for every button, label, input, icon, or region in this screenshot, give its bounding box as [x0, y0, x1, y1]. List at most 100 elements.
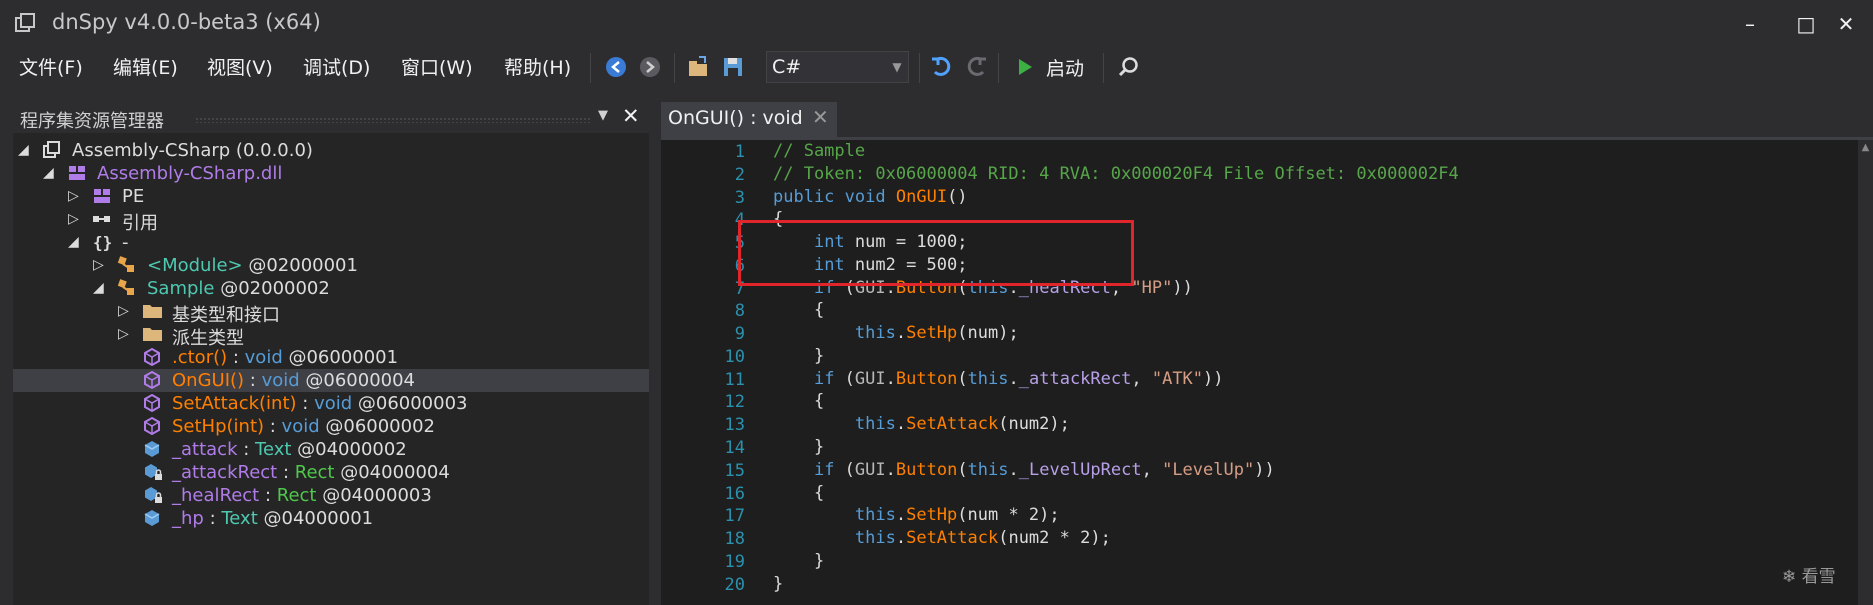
tree-item-detail: : Rect @04000004	[277, 462, 450, 483]
scroll-up-icon[interactable]: ▲	[1858, 142, 1873, 153]
search-icon[interactable]	[1115, 54, 1141, 80]
tree-item[interactable]: SetAttack(int) : void @06000003	[13, 392, 649, 415]
expanded-arrow-icon[interactable]: ◢	[68, 234, 79, 250]
tree-item[interactable]: ▷ 派生类型	[13, 323, 649, 349]
tree-item[interactable]: _attack : Text @04000002	[13, 438, 649, 461]
app-icon	[14, 12, 36, 34]
toolbar-separator	[674, 53, 675, 83]
tree-item-label: PE	[122, 186, 144, 207]
line-number: 7	[734, 279, 745, 299]
code-line: this.SetHp(num);	[854, 323, 1019, 343]
tree-item[interactable]: ▷ <Module> @02000001	[13, 254, 649, 277]
code-line: }	[773, 346, 825, 366]
code-line: // Sample	[773, 141, 866, 161]
menu-edit[interactable]: 编辑(E)	[113, 53, 178, 80]
line-number: 12	[724, 392, 745, 412]
save-icon[interactable]	[720, 54, 746, 80]
collapsed-arrow-icon[interactable]: ▷	[93, 257, 104, 273]
minimize-button[interactable]: –	[1722, 0, 1778, 47]
menu-view[interactable]: 视图(V)	[207, 53, 273, 80]
svg-text:{}: {}	[93, 233, 112, 252]
code-line: }	[773, 574, 784, 594]
field-icon	[142, 508, 162, 533]
vertical-scrollbar[interactable]	[1858, 140, 1873, 605]
tree-item-label: _attack : Text @04000002	[172, 439, 407, 460]
language-select-value: C#	[772, 56, 802, 78]
open-icon[interactable]	[686, 54, 712, 80]
tree-item-label: SetAttack(int) : void @06000003	[172, 393, 468, 414]
collapsed-arrow-icon[interactable]: ▷	[118, 303, 129, 319]
tree-item-name: _attack	[172, 439, 238, 460]
tree-item-label: <Module> @02000001	[147, 255, 358, 276]
line-number: 18	[724, 529, 745, 549]
line-number: 5	[734, 233, 745, 253]
tree-item[interactable]: ▷ PE	[13, 185, 649, 208]
collapsed-arrow-icon[interactable]: ▷	[118, 326, 129, 342]
line-number: 4	[734, 210, 745, 230]
line-number: 19	[724, 552, 745, 572]
collapsed-arrow-icon[interactable]: ▷	[68, 188, 79, 204]
chevron-down-icon[interactable]: ▼	[885, 51, 909, 83]
close-icon[interactable]: ✕	[812, 105, 829, 129]
tree-item[interactable]: _attackRect : Rect @04000004	[13, 461, 649, 484]
tree-item-name: _healRect	[172, 485, 260, 506]
tree-item[interactable]: .ctor() : void @06000001	[13, 346, 649, 369]
forward-icon[interactable]	[637, 54, 663, 80]
line-number: 20	[724, 575, 745, 595]
watermark: ❄ 看雪	[1782, 562, 1836, 587]
code-line: {	[773, 300, 825, 320]
expanded-arrow-icon[interactable]: ◢	[18, 142, 29, 158]
expanded-arrow-icon[interactable]: ◢	[93, 280, 104, 296]
code-line: this.SetAttack(num2 * 2);	[854, 528, 1111, 548]
collapsed-arrow-icon[interactable]: ▷	[68, 211, 79, 227]
tree-item[interactable]: _hp : Text @04000001	[13, 507, 649, 530]
line-number: 10	[724, 347, 745, 367]
tree-item-label: Assembly-CSharp.dll	[97, 163, 282, 184]
line-number: 1	[734, 142, 745, 162]
line-number: 2	[734, 165, 745, 185]
tree-item-detail: : void @06000002	[264, 416, 435, 437]
menu-help[interactable]: 帮助(H)	[504, 53, 571, 80]
back-icon[interactable]	[603, 54, 629, 80]
start-icon[interactable]	[1012, 54, 1038, 80]
tree-item-detail: : Text @04000002	[237, 439, 407, 460]
code-line: {	[773, 391, 825, 411]
tree-item[interactable]: OnGUI() : void @06000004	[13, 369, 649, 392]
tree-item-detail: : void @06000001	[227, 347, 399, 368]
menu-debug[interactable]: 调试(D)	[303, 53, 370, 80]
panel-drag-grip[interactable]	[195, 117, 590, 123]
tree-item-name: _hp	[172, 508, 204, 529]
toolbar-separator	[1103, 53, 1104, 83]
close-icon[interactable]: ✕	[622, 104, 640, 128]
start-button[interactable]: 启动	[1046, 54, 1084, 81]
panel-title: 程序集资源管理器	[20, 111, 164, 132]
tree-item-label: Assembly-CSharp (0.0.0.0)	[72, 140, 313, 161]
tree-item-detail: : void @06000004	[244, 370, 416, 391]
line-number: 3	[734, 188, 745, 208]
toolbar-separator	[919, 53, 920, 83]
tree-item-detail: : Rect @04000003	[259, 485, 432, 506]
tree-item[interactable]: ▷ 引用	[13, 208, 649, 234]
tree-item[interactable]: ◢ Assembly-CSharp (0.0.0.0)	[13, 139, 649, 162]
close-button[interactable]: ✕	[1818, 0, 1873, 47]
chevron-down-icon[interactable]: ▼	[598, 108, 608, 123]
code-line: }	[773, 437, 825, 457]
tree-item[interactable]: ◢ Sample @02000002	[13, 277, 649, 300]
code-line: if (GUI.Button(this._attackRect, "ATK"))	[813, 369, 1224, 389]
expanded-arrow-icon[interactable]: ◢	[43, 165, 54, 181]
line-number: 11	[724, 370, 745, 390]
menu-file[interactable]: 文件(F)	[19, 53, 83, 80]
code-line: public void OnGUI()	[773, 187, 968, 207]
tree-item[interactable]: SetHp(int) : void @06000002	[13, 415, 649, 438]
tree-item[interactable]: ◢ {} -	[13, 231, 649, 254]
line-number: 13	[724, 415, 745, 435]
tree-item[interactable]: _healRect : Rect @04000003	[13, 484, 649, 507]
tree-item[interactable]: ◢ Assembly-CSharp.dll	[13, 162, 649, 185]
tree-item-name: SetHp(int)	[172, 416, 265, 437]
undo-icon[interactable]	[928, 54, 954, 80]
tree-item[interactable]: ▷ 基类型和接口	[13, 300, 649, 326]
close-icon: ✕	[1837, 11, 1855, 36]
snowflake-icon: ❄	[1782, 567, 1797, 587]
menu-window[interactable]: 窗口(W)	[401, 53, 473, 80]
redo-icon[interactable]	[964, 54, 990, 80]
